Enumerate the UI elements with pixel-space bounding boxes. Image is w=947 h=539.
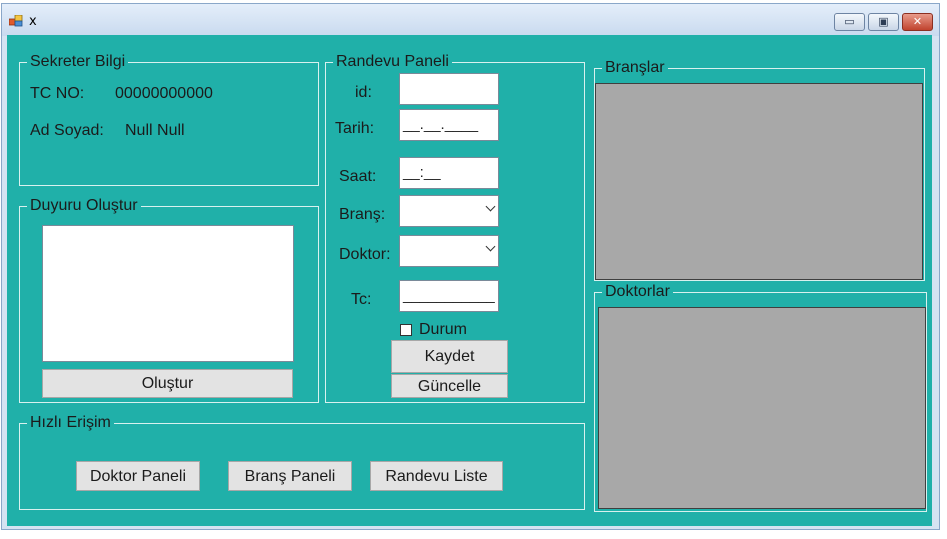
doktor-paneli-button[interactable]: Doktor Paneli xyxy=(76,461,200,491)
randevu-legend: Randevu Paneli xyxy=(333,53,452,71)
randevu-liste-button[interactable]: Randevu Liste xyxy=(370,461,503,491)
doktorlar-group: Doktorlar xyxy=(594,283,927,512)
kaydet-button[interactable]: Kaydet xyxy=(391,340,508,373)
sekreter-bilgi-legend: Sekreter Bilgi xyxy=(27,53,129,71)
app-icon xyxy=(9,15,23,27)
window-title: x xyxy=(29,14,37,29)
doktor-combobox[interactable] xyxy=(399,235,499,267)
sekreter-bilgi-group: Sekreter Bilgi TC NO: 00000000000 Ad Soy… xyxy=(19,53,319,186)
brans-paneli-button[interactable]: Branş Paneli xyxy=(228,461,352,491)
doktorlar-legend: Doktorlar xyxy=(602,283,673,301)
tarih-input[interactable]: __.__.____ xyxy=(399,109,499,141)
close-button[interactable]: ✕ xyxy=(902,13,933,31)
maximize-icon: ▣ xyxy=(878,15,889,28)
form-client-area: Sekreter Bilgi TC NO: 00000000000 Ad Soy… xyxy=(7,35,932,526)
branslar-legend: Branşlar xyxy=(602,59,668,77)
id-input[interactable] xyxy=(399,73,499,105)
branslar-group: Branşlar xyxy=(594,59,925,281)
guncelle-button[interactable]: Güncelle xyxy=(391,374,508,398)
hizli-erisim-group: Hızlı Erişim Doktor Paneli Branş Paneli … xyxy=(19,414,585,510)
id-label: id: xyxy=(355,84,372,101)
brans-label: Branş: xyxy=(339,206,386,223)
tc-label: Tc: xyxy=(351,291,372,308)
olustur-button[interactable]: Oluştur xyxy=(42,369,293,398)
randevu-group: Randevu Paneli id: Tarih: __.__.____ Saa… xyxy=(325,53,585,403)
duyuru-textarea[interactable] xyxy=(42,225,294,362)
tc-no-label: TC NO: xyxy=(30,85,85,102)
close-icon: ✕ xyxy=(912,15,923,28)
maximize-button[interactable]: ▣ xyxy=(868,13,899,31)
durum-checkbox[interactable] xyxy=(400,324,412,336)
doktor-label: Doktor: xyxy=(339,246,391,263)
tarih-label: Tarih: xyxy=(335,120,375,137)
duyuru-group: Duyuru Oluştur Oluştur xyxy=(19,197,319,403)
tc-no-value: 00000000000 xyxy=(115,85,213,102)
brans-combobox[interactable] xyxy=(399,195,499,227)
minimize-button[interactable]: ▭ xyxy=(834,13,865,31)
saat-input[interactable]: __:__ xyxy=(399,157,499,189)
ad-soyad-value: Null Null xyxy=(125,122,185,139)
minimize-icon: ▭ xyxy=(844,15,855,28)
saat-label: Saat: xyxy=(339,168,377,185)
hizli-erisim-legend: Hızlı Erişim xyxy=(27,414,114,432)
title-bar[interactable]: x ▭ ▣ ✕ xyxy=(2,4,939,36)
branslar-grid[interactable] xyxy=(595,83,923,280)
ad-soyad-label: Ad Soyad: xyxy=(30,122,104,139)
app-window: x ▭ ▣ ✕ Sekreter Bilgi TC NO: 0000000000… xyxy=(1,3,940,530)
doktorlar-grid[interactable] xyxy=(598,307,926,509)
chevron-down-icon xyxy=(485,201,496,212)
tc-input[interactable]: ___________ xyxy=(399,280,499,312)
duyuru-legend: Duyuru Oluştur xyxy=(27,197,141,215)
chevron-down-icon xyxy=(485,241,496,252)
durum-label: Durum xyxy=(419,321,468,338)
